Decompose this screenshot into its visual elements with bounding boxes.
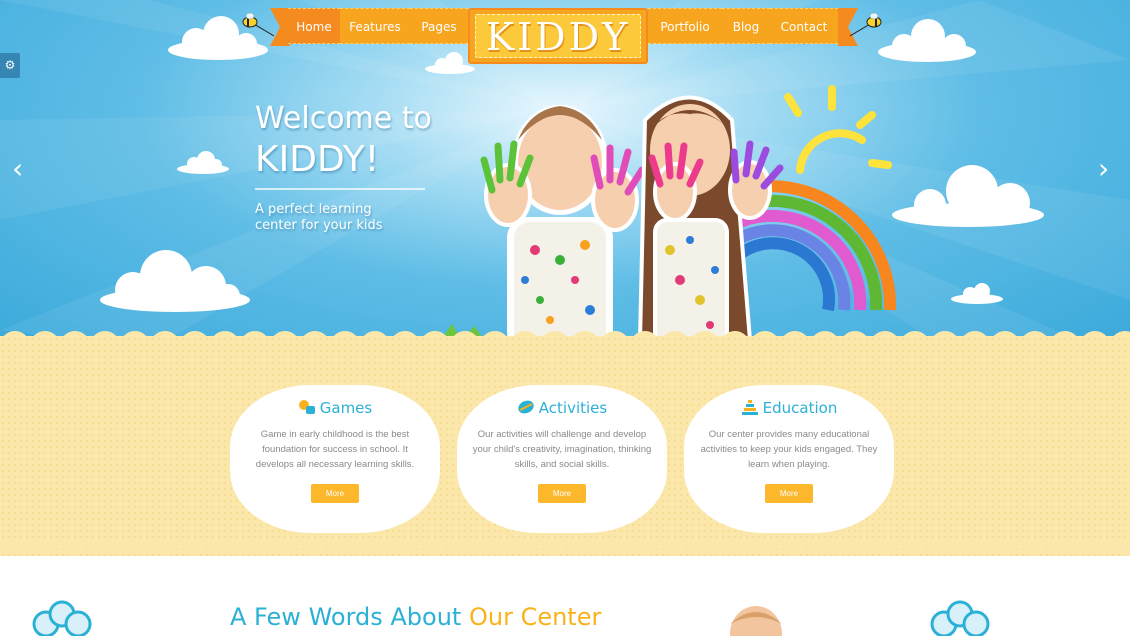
nav-home[interactable]: Home — [288, 8, 340, 44]
about-title-main: A Few Words About — [230, 603, 469, 631]
kids-photo — [440, 95, 790, 350]
gear-icon: ⚙ — [4, 58, 16, 72]
feature-description: Our activities will challenge and develo… — [472, 429, 652, 470]
hero-subtitle: A perfect learning center for your kids — [255, 202, 383, 233]
nav-pages[interactable]: Pages — [410, 8, 468, 44]
cloud-decoration — [951, 283, 1003, 304]
main-navigation: Home Features Pages KIDDY Portfolio Blog… — [0, 8, 1130, 64]
about-heading: A Few Words About Our Center — [230, 603, 601, 631]
settings-gear-tab[interactable]: ⚙ — [0, 53, 20, 78]
nav-features-label: Features — [349, 20, 401, 34]
feature-card-activities: Activities Our activities will challenge… — [457, 385, 667, 533]
education-icon — [741, 400, 758, 415]
feature-card-education: Education Our center provides many educa… — [684, 385, 894, 533]
feature-title: Education — [762, 399, 838, 417]
feature-description: Game in early childhood is the best foun… — [255, 429, 415, 470]
hero-title-line2: KIDDY! — [255, 139, 380, 180]
cloud-decoration — [892, 165, 1044, 227]
about-photo — [730, 606, 782, 636]
logo-text: KIDDY — [475, 14, 641, 59]
nav-contact[interactable]: Contact — [770, 8, 838, 44]
slider-prev-arrow[interactable]: ‹ — [12, 152, 23, 185]
education-more-button[interactable]: More — [765, 484, 813, 503]
scallop-edge-bottom — [0, 540, 1130, 556]
nav-portfolio-label: Portfolio — [660, 20, 710, 34]
nav-ribbon-left-end — [270, 8, 290, 46]
nav-features[interactable]: Features — [340, 8, 410, 44]
games-icon — [298, 400, 315, 414]
flower-decoration — [930, 600, 990, 636]
bee-icon — [850, 12, 882, 37]
nav-pages-label: Pages — [421, 20, 457, 34]
about-title-accent: Our Center — [468, 603, 602, 631]
nav-contact-label: Contact — [780, 20, 828, 34]
cloud-decoration — [177, 151, 229, 174]
activities-icon — [518, 400, 534, 414]
nav-portfolio[interactable]: Portfolio — [648, 8, 722, 44]
nav-home-label: Home — [296, 20, 332, 34]
nav-blog-label: Blog — [732, 20, 760, 34]
sun-illustration — [784, 85, 892, 174]
hero-caption: Welcome to KIDDY! A perfect learning cen… — [255, 100, 432, 234]
activities-more-button[interactable]: More — [538, 484, 586, 503]
games-more-button[interactable]: More — [311, 484, 359, 503]
cloud-decoration — [100, 250, 250, 312]
site-logo[interactable]: KIDDY — [468, 8, 648, 64]
feature-title: Activities — [538, 399, 608, 417]
slider-next-arrow[interactable]: › — [1098, 152, 1109, 185]
nav-blog[interactable]: Blog — [722, 8, 770, 44]
feature-description: Our center provides many educational act… — [700, 429, 878, 470]
hero-divider — [255, 188, 425, 190]
hero-title-line1: Welcome to — [255, 101, 432, 136]
bee-icon — [242, 12, 274, 37]
flower-decoration — [32, 600, 92, 636]
feature-card-games: Games Game in early childhood is the bes… — [230, 385, 440, 533]
feature-title: Games — [319, 399, 373, 417]
